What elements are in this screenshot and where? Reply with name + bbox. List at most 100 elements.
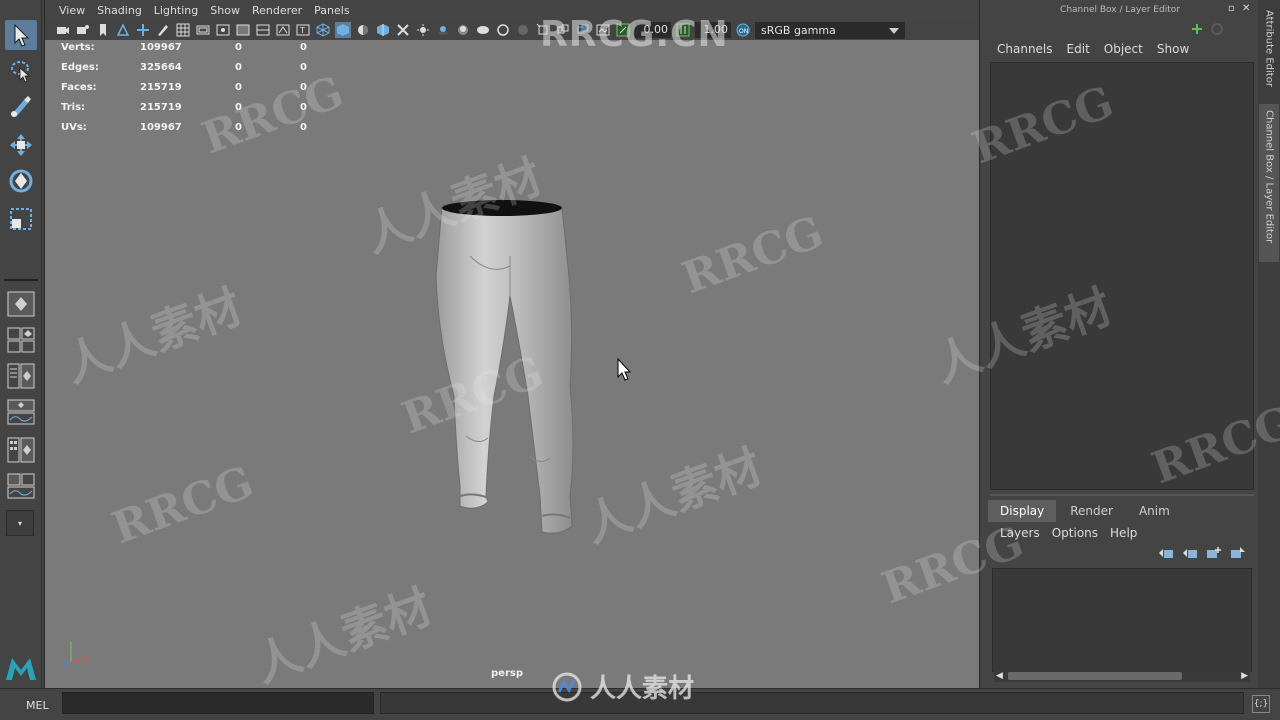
gamma-field[interactable]: 1.00 [695,22,731,38]
outliner-persp-layout-icon[interactable] [6,362,36,390]
bookmark-icon[interactable] [95,22,111,38]
lasso-tool-icon[interactable] [5,56,37,86]
gamma-icon[interactable] [675,22,691,38]
view-axis-icon [62,642,88,667]
svg-text:ON: ON [739,28,748,35]
menu-object[interactable]: Object [1097,42,1150,56]
tab-channel-box-layer-editor[interactable]: Channel Box / Layer Editor [1259,104,1279,262]
safe-action-icon[interactable] [275,22,291,38]
camera-name-label: persp [491,668,523,679]
hypershade-persp-layout-icon[interactable] [6,436,36,464]
float-panel-icon[interactable]: ▫ [1228,4,1238,14]
exposure-field[interactable]: 0.00 [635,22,671,38]
create-layer-from-selected-icon[interactable] [1230,546,1246,560]
menu-renderer[interactable]: Renderer [246,4,308,17]
gate-mask-icon[interactable] [235,22,251,38]
anti-aliasing-icon[interactable] [495,22,511,38]
menu-options[interactable]: Options [1046,526,1104,540]
hud-value-object: 109967 [140,42,182,53]
uv-editor-layout-icon[interactable] [6,472,36,500]
channel-box-layer-editor: Channel Box / Layer Editor ▫ ✕ Channels … [982,0,1258,688]
menu-channels[interactable]: Channels [990,42,1060,56]
color-management-icon[interactable]: ON [735,22,751,38]
depth-of-field-icon[interactable] [515,22,531,38]
channel-list-area[interactable] [990,62,1254,490]
menu-layers[interactable]: Layers [994,526,1046,540]
mel-command-input[interactable] [62,692,374,714]
scale-tool-icon[interactable] [5,204,37,234]
four-pane-layout-icon[interactable] [6,326,36,354]
panel-title: Channel Box / Layer Editor [1060,5,1180,15]
move-tool-icon[interactable] [5,130,37,160]
scroll-thumb[interactable] [1008,672,1182,680]
camera-select-icon[interactable] [55,22,71,38]
single-pane-layout-icon[interactable] [6,290,36,318]
panel-splitter[interactable] [990,494,1254,496]
paint-select-tool-icon[interactable] [5,92,37,122]
motion-blur-icon[interactable] [475,22,491,38]
manipulator-icon[interactable] [1190,22,1204,36]
layer-menu-bar: Layers Options Help [994,526,1143,540]
scroll-left-icon[interactable]: ◀ [996,671,1003,681]
tool-box: ▾ [0,0,42,688]
shadows-icon[interactable] [435,22,451,38]
menu-panels[interactable]: Panels [308,4,355,17]
select-tool-icon[interactable] [5,20,37,50]
grease-pencil-icon[interactable] [155,22,171,38]
textured-icon[interactable] [375,22,391,38]
wireframe-icon[interactable] [315,22,331,38]
more-layouts-button[interactable]: ▾ [6,510,34,536]
hud-toggle-icon[interactable] [595,22,611,38]
menu-show[interactable]: Show [1150,42,1196,56]
move-layer-up-icon[interactable] [1158,546,1174,560]
view-transform-select[interactable]: sRGB gamma [755,21,905,39]
hud-label: UVs: [61,122,87,133]
2d-pan-zoom-icon[interactable] [135,22,151,38]
camera-attributes-icon[interactable] [75,22,91,38]
menu-lighting[interactable]: Lighting [148,4,204,17]
camera-sequencer-icon[interactable] [575,22,591,38]
use-all-lights-icon[interactable] [415,22,431,38]
create-empty-layer-icon[interactable] [1206,546,1222,560]
menu-view[interactable]: View [53,4,91,17]
layer-list-area[interactable] [992,568,1252,672]
mel-label[interactable]: MEL [26,699,49,712]
script-editor-icon[interactable]: {;} [1252,695,1270,713]
pants-model[interactable] [430,196,580,541]
persp-graph-layout-icon[interactable] [6,398,36,426]
persp-viewport[interactable]: View Shading Lighting Show Renderer Pane… [44,0,980,688]
resolution-gate-icon[interactable] [215,22,231,38]
film-gate-icon[interactable] [195,22,211,38]
safe-title-icon[interactable]: T [295,22,311,38]
smooth-shade-icon[interactable] [335,22,351,38]
xray-icon[interactable] [395,22,411,38]
scroll-right-icon[interactable]: ▶ [1241,671,1248,681]
isolate-select-icon[interactable] [535,22,551,38]
svg-text:T: T [299,26,305,35]
menu-help[interactable]: Help [1104,526,1143,540]
menu-show[interactable]: Show [204,4,246,17]
exposure-icon[interactable] [615,22,631,38]
move-layer-down-icon[interactable] [1182,546,1198,560]
hud-row-verts: Verts: 109967 0 0 [61,42,341,62]
layer-horizontal-scrollbar[interactable]: ◀ ▶ [994,670,1250,682]
tab-display[interactable]: Display [988,500,1057,522]
playblast-icon[interactable] [555,22,571,38]
hud-label: Edges: [61,62,99,73]
grid-icon[interactable] [175,22,191,38]
menu-shading[interactable]: Shading [91,4,148,17]
screen-space-ao-icon[interactable] [455,22,471,38]
layer-editor-tabs: Display Render Anim [988,500,1182,522]
menu-edit[interactable]: Edit [1060,42,1097,56]
tab-render[interactable]: Render [1058,500,1125,522]
hud-row-uvs: UVs: 109967 0 0 [61,122,341,142]
hud-value-selected: 0 [235,122,242,133]
rotate-tool-icon[interactable] [5,166,37,196]
default-material-icon[interactable] [355,22,371,38]
tab-attribute-editor[interactable]: Attribute Editor [1259,4,1279,96]
speed-icon[interactable] [1210,22,1224,36]
field-chart-icon[interactable] [255,22,271,38]
close-panel-icon[interactable]: ✕ [1242,4,1252,14]
tab-anim[interactable]: Anim [1127,500,1182,522]
image-plane-icon[interactable] [115,22,131,38]
